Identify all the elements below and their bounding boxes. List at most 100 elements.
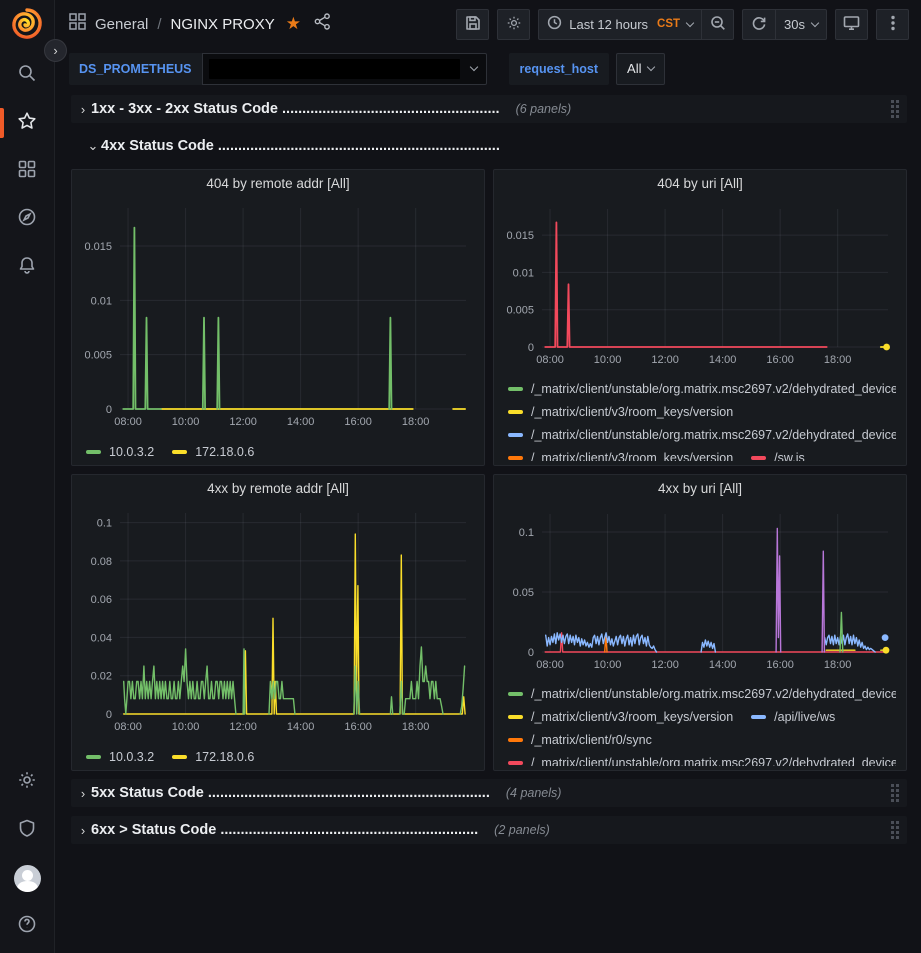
svg-text:0.015: 0.015	[506, 230, 534, 242]
svg-text:10:00: 10:00	[594, 354, 622, 366]
legend-item[interactable]: /_matrix/client/unstable/org.matrix.msc2…	[508, 683, 896, 706]
save-dashboard-button[interactable]	[456, 9, 489, 40]
svg-text:10:00: 10:00	[172, 721, 200, 733]
zoom-out-button[interactable]	[701, 9, 734, 40]
sidebar-item-help[interactable]	[0, 913, 55, 939]
svg-text:18:00: 18:00	[402, 416, 430, 428]
svg-text:12:00: 12:00	[651, 354, 679, 366]
save-icon	[465, 15, 481, 34]
legend-item[interactable]: 10.0.3.2	[86, 440, 154, 461]
svg-text:0: 0	[106, 709, 112, 721]
legend-item[interactable]: 10.0.3.2	[86, 745, 154, 766]
panel-title[interactable]: 4xx by remote addr [All]	[72, 475, 484, 501]
svg-text:14:00: 14:00	[709, 659, 737, 671]
apps-grid-icon[interactable]	[69, 13, 86, 35]
legend-label: 172.18.0.6	[195, 750, 254, 764]
dashboard-title[interactable]: NGINX PROXY	[171, 16, 275, 33]
grafana-logo[interactable]	[11, 8, 43, 40]
legend-label: /_matrix/client/v3/room_keys/version	[531, 710, 733, 724]
legend-swatch	[508, 456, 523, 460]
bell-icon	[17, 255, 37, 280]
svg-text:18:00: 18:00	[402, 721, 430, 733]
sidebar-item-search[interactable]	[0, 62, 55, 88]
row-1xx-3xx-2xx[interactable]: › 1xx - 3xx - 2xx Status Code ..........…	[71, 95, 907, 123]
legend-item[interactable]: /_matrix/client/r0/sync	[508, 729, 652, 752]
more-options-button[interactable]	[876, 9, 909, 40]
breadcrumb-separator: /	[157, 16, 161, 33]
sidebar-expand-button[interactable]: ›	[44, 39, 67, 62]
datasource-variable-select[interactable]	[202, 53, 487, 85]
svg-text:14:00: 14:00	[287, 416, 315, 428]
svg-text:0.06: 0.06	[91, 594, 112, 606]
row-4xx[interactable]: ⌄ 4xx Status Code ......................…	[71, 132, 907, 160]
row-drag-handle[interactable]	[891, 100, 899, 118]
svg-text:0: 0	[528, 342, 534, 354]
svg-text:12:00: 12:00	[229, 721, 257, 733]
adhoc-filter-value[interactable]: All	[616, 53, 665, 85]
favorite-star-icon[interactable]: ★	[286, 14, 301, 34]
legend-label: /_matrix/client/unstable/org.matrix.msc2…	[531, 687, 896, 701]
chart-404-by-remote-addr[interactable]: 00.0050.010.01508:0010:0012:0014:0016:00…	[74, 198, 478, 436]
chevron-right-icon: ›	[75, 823, 91, 838]
legend: /_matrix/client/unstable/org.matrix.msc2…	[508, 378, 896, 461]
legend-item[interactable]: /_matrix/client/v3/room_keys/version	[508, 706, 733, 729]
legend-swatch	[172, 450, 187, 454]
panel-title[interactable]: 404 by uri [All]	[494, 170, 906, 197]
chevron-down-icon	[469, 63, 477, 71]
panel-title[interactable]: 4xx by uri [All]	[494, 475, 906, 502]
breadcrumb: General / NGINX PROXY ★	[69, 13, 331, 35]
grafana-app: › General / NGINX PROXY ★	[0, 0, 921, 953]
sidebar-item-explore[interactable]	[0, 206, 55, 232]
kebab-menu-icon	[891, 15, 895, 34]
chevron-down-icon	[686, 18, 694, 26]
row-panel-count: (2 panels)	[494, 823, 550, 837]
sidebar-item-profile[interactable]	[0, 865, 55, 891]
legend-item[interactable]: /_matrix/client/unstable/org.matrix.msc2…	[508, 378, 896, 401]
svg-text:0.02: 0.02	[91, 671, 112, 683]
panel-404-by-uri: 404 by uri [All] 00.0050.010.01508:0010:…	[493, 169, 907, 466]
adhoc-filter-key[interactable]: request_host	[509, 53, 610, 85]
legend-item[interactable]: 172.18.0.6	[172, 440, 254, 461]
chart-4xx-by-uri[interactable]: 00.050.108:0010:0012:0014:0016:0018:00	[496, 504, 900, 679]
legend-item[interactable]: /sw.js	[751, 447, 805, 461]
row-5xx[interactable]: › 5xx Status Code ......................…	[71, 779, 907, 807]
legend-item[interactable]: 172.18.0.6	[172, 745, 254, 766]
breadcrumb-section[interactable]: General	[95, 16, 148, 33]
avatar	[14, 865, 41, 892]
legend-item[interactable]: /_matrix/client/v3/room_keys/version	[508, 447, 733, 461]
chart-404-by-uri[interactable]: 00.0050.010.01508:0010:0012:0014:0016:00…	[496, 199, 900, 374]
legend-item[interactable]: /api/live/ws	[751, 706, 835, 729]
svg-text:10:00: 10:00	[594, 659, 622, 671]
datasource-variable-label[interactable]: DS_PROMETHEUS	[69, 53, 202, 85]
sidebar-item-server-admin[interactable]	[0, 817, 55, 843]
share-icon[interactable]	[314, 13, 331, 35]
svg-text:0.08: 0.08	[91, 556, 112, 568]
svg-text:16:00: 16:00	[344, 721, 372, 733]
cycle-view-mode-button[interactable]	[835, 9, 868, 40]
dashboard-settings-button[interactable]	[497, 9, 530, 40]
panel-grid-row2: 4xx by remote addr [All] 00.020.040.060.…	[71, 474, 907, 771]
sidebar-item-dashboards[interactable]	[0, 158, 55, 184]
refresh-button[interactable]	[742, 9, 775, 40]
legend-item[interactable]: /_matrix/client/v3/room_keys/version	[508, 401, 733, 424]
row-6xx[interactable]: › 6xx > Status Code ....................…	[71, 816, 907, 844]
legend-label: /_matrix/client/v3/room_keys/version	[531, 405, 733, 419]
chart-4xx-by-remote-addr[interactable]: 00.020.040.060.080.108:0010:0012:0014:00…	[74, 503, 478, 741]
legend-item[interactable]: /_matrix/client/unstable/org.matrix.msc2…	[508, 752, 896, 766]
sidebar-item-starred[interactable]	[0, 110, 55, 136]
time-range-picker[interactable]: Last 12 hours CST	[538, 9, 701, 40]
sidebar: ›	[0, 0, 55, 953]
legend: /_matrix/client/unstable/org.matrix.msc2…	[508, 683, 896, 766]
legend-swatch	[508, 761, 523, 765]
search-icon	[17, 63, 37, 88]
sidebar-item-settings[interactable]	[0, 769, 55, 795]
row-drag-handle[interactable]	[891, 821, 899, 839]
row-drag-handle[interactable]	[891, 784, 899, 802]
sidebar-item-alerting[interactable]	[0, 254, 55, 280]
refresh-controls: 30s	[742, 9, 827, 40]
panel-title[interactable]: 404 by remote addr [All]	[72, 170, 484, 196]
refresh-interval-picker[interactable]: 30s	[775, 9, 827, 40]
legend-item[interactable]: /_matrix/client/unstable/org.matrix.msc2…	[508, 424, 896, 447]
legend-swatch	[508, 715, 523, 719]
legend: 10.0.3.2 172.18.0.6	[86, 745, 474, 766]
